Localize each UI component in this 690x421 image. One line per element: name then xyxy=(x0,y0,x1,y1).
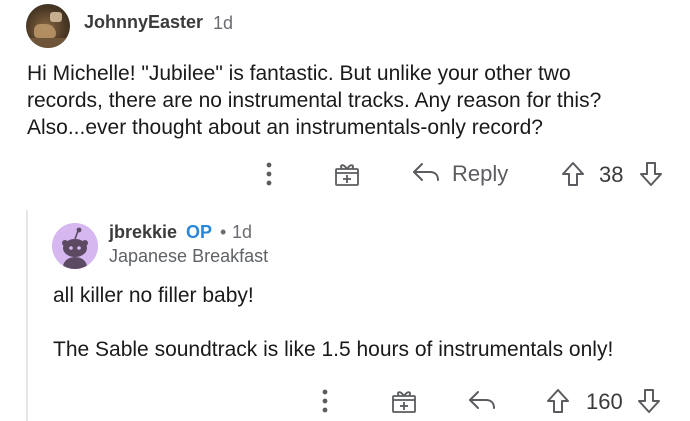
avatar-johnnyeaster[interactable] xyxy=(26,4,70,48)
reply-arrow-icon[interactable] xyxy=(411,160,441,184)
comment-body: Hi Michelle! "Jubilee" is fantastic. But… xyxy=(27,60,677,141)
vote-score: 38 xyxy=(599,162,624,187)
reply-button[interactable]: Reply xyxy=(452,161,508,187)
downvote-icon[interactable] xyxy=(638,160,664,188)
upvote-icon[interactable] xyxy=(560,160,586,188)
reply-line-1: all killer no filler baby! xyxy=(53,284,254,307)
reply-body: all killer no filler baby! The Sable sou… xyxy=(53,282,683,363)
avatar-jbrekkie[interactable] xyxy=(52,223,98,269)
comment-line-1: Hi Michelle! "Jubilee" is fantastic. But… xyxy=(27,62,571,85)
more-options-icon[interactable] xyxy=(318,386,332,416)
comment-line-2: records, there are no instrumental track… xyxy=(27,89,602,112)
op-badge: OP xyxy=(186,222,213,242)
reply-arrow-icon[interactable] xyxy=(467,388,497,412)
upvote-icon[interactable] xyxy=(545,387,571,415)
thread-line[interactable] xyxy=(26,210,28,421)
more-options-icon[interactable] xyxy=(262,159,276,189)
downvote-icon[interactable] xyxy=(636,387,662,415)
user-flair: Japanese Breakfast xyxy=(109,246,269,266)
reply-timestamp: 1d xyxy=(232,222,253,242)
comment-timestamp: 1d xyxy=(213,13,234,33)
comment-line-3: Also...ever thought about an instrumenta… xyxy=(27,116,543,139)
comment-username[interactable]: JohnnyEaster xyxy=(84,12,203,33)
award-icon[interactable] xyxy=(390,387,418,415)
meta-separator: • xyxy=(220,222,227,242)
award-icon[interactable] xyxy=(333,160,361,188)
reply-username[interactable]: jbrekkie xyxy=(109,222,177,243)
vote-score: 160 xyxy=(586,389,623,414)
reply-line-2: The Sable soundtrack is like 1.5 hours o… xyxy=(53,338,614,361)
